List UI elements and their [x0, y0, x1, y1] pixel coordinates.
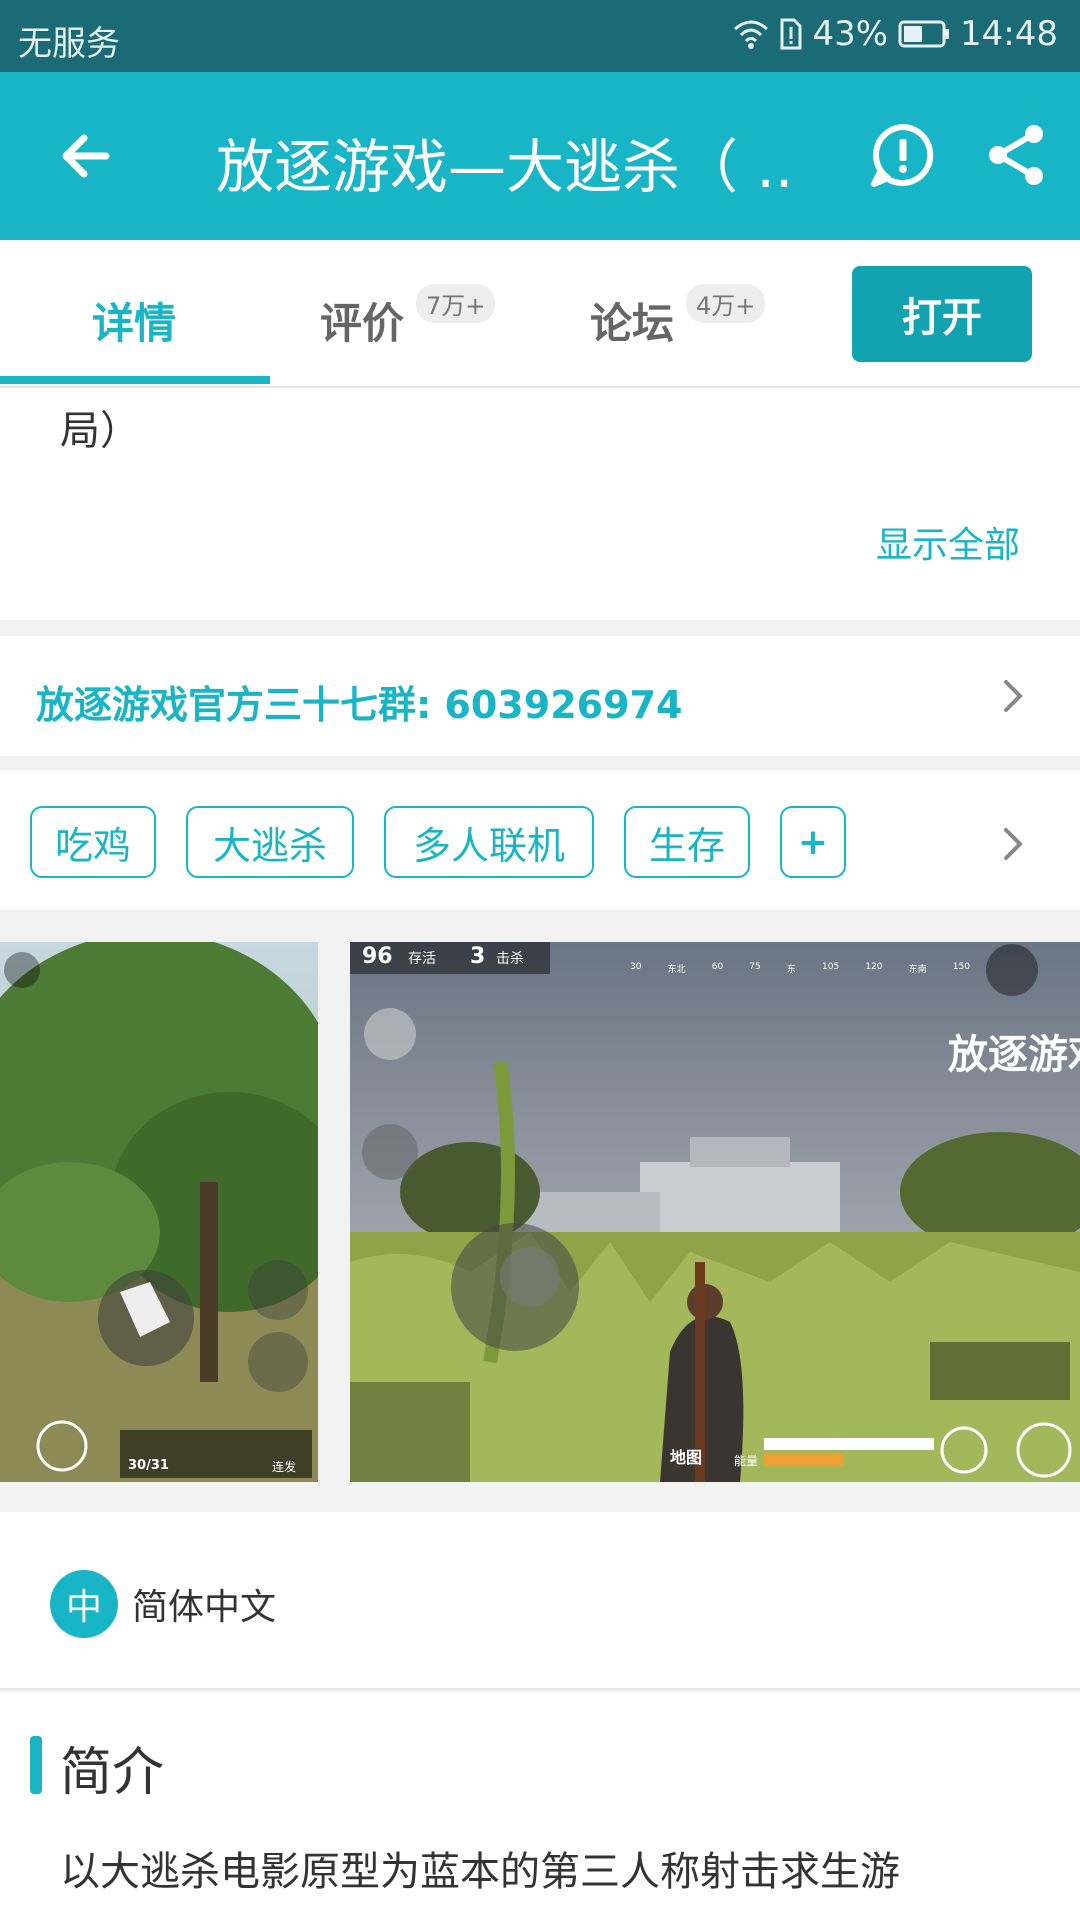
description-section: 局） 显示全部 — [0, 388, 1080, 620]
intro-heading: 简介 — [60, 1743, 165, 1803]
tab-reviews[interactable]: 评价 — [320, 290, 404, 351]
chevron-right-icon — [1004, 680, 1023, 712]
tab-bar: 详情 评价 7万+ 论坛 4万+ 打开 — [0, 240, 1080, 388]
add-tag-button[interactable]: + — [780, 806, 846, 878]
game-screenshot-2[interactable]: 96 存活 3 击杀 30东北6075东105120东南150 放逐游戏 地图 … — [350, 942, 1080, 1482]
section-accent-bar — [30, 1736, 42, 1794]
tag-list: 吃鸡 大逃杀 多人联机 生存 + — [0, 770, 1080, 910]
game-watermark: 放逐游戏 — [948, 1032, 1080, 1078]
show-all-link[interactable]: 显示全部 — [876, 516, 1020, 568]
intro-section: 简介 以大逃杀电影原型为蓝本的第三人称射击求生游 — [0, 1692, 1080, 1920]
share-icon[interactable] — [986, 122, 1046, 188]
kill-label: 击杀 — [496, 951, 524, 967]
battery-percent: 43% — [812, 14, 889, 54]
tag-chip[interactable]: 多人联机 — [384, 806, 594, 878]
report-icon[interactable] — [870, 122, 936, 188]
screenshot-1-scene — [0, 942, 318, 1482]
reviews-count-badge: 7万+ — [416, 284, 496, 323]
group-info-text: 放逐游戏官方三十七群: 603926974 — [36, 683, 683, 727]
tab-forum[interactable]: 论坛 — [590, 290, 674, 351]
forum-count-badge: 4万+ — [686, 284, 766, 323]
sim-alert-icon — [780, 18, 802, 50]
tag-chip[interactable]: 大逃杀 — [186, 806, 354, 878]
kill-count: 3 — [470, 944, 486, 969]
tab-details[interactable]: 详情 — [92, 290, 176, 351]
map-button-label: 地图 — [670, 1448, 703, 1467]
language-row: 中 简体中文 — [0, 1512, 1080, 1690]
compass-bar: 30 东北 60 75 东 105 120 东南 150 — [630, 962, 970, 975]
alive-count: 96 — [362, 944, 393, 969]
game-screenshot-1[interactable] — [0, 942, 318, 1482]
tag-chip[interactable]: 吃鸡 — [30, 806, 156, 878]
language-label: 简体中文 — [132, 1587, 277, 1628]
back-arrow-icon[interactable] — [56, 124, 120, 188]
official-group-row[interactable]: 放逐游戏官方三十七群: 603926974 — [0, 636, 1080, 756]
chevron-right-icon[interactable] — [1000, 824, 1028, 864]
energy-label: 能量 — [734, 1454, 759, 1468]
app-bar: 放逐游戏—大逃杀（ ... — [0, 72, 1080, 240]
battery-icon — [898, 20, 950, 48]
alive-label: 存活 — [408, 951, 436, 967]
page-title: 放逐游戏—大逃杀（ ... — [216, 133, 796, 201]
screenshot-gallery[interactable]: 96 存活 3 击杀 30东北6075东105120东南150 放逐游戏 地图 … — [0, 910, 1080, 1512]
carrier-text: 无服务 — [18, 24, 120, 64]
wifi-icon — [734, 20, 769, 49]
active-tab-indicator — [0, 376, 270, 384]
status-bar: 无服务 43% 14:48 — [0, 0, 1080, 72]
intro-body: 以大逃杀电影原型为蓝本的第三人称射击求生游 — [60, 1849, 900, 1895]
clock: 14:48 — [960, 14, 1058, 54]
fire-mode-label: 连发 — [272, 1460, 297, 1474]
open-button[interactable]: 打开 — [852, 266, 1032, 362]
tag-chip[interactable]: 生存 — [624, 806, 750, 878]
language-icon: 中 — [50, 1570, 118, 1638]
ammo-count: 30/31 — [128, 1458, 169, 1473]
description-text: 局） — [60, 408, 140, 454]
